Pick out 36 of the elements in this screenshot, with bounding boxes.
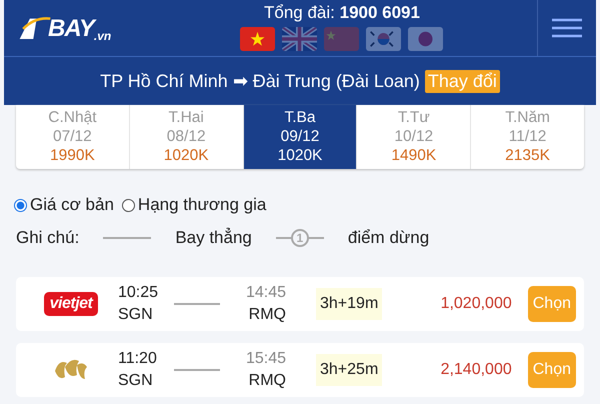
radio-button[interactable] (122, 198, 135, 212)
airport-code: SGN (118, 305, 154, 325)
airport-code: SGN (118, 371, 154, 391)
departure-time: 10:25 (118, 283, 160, 303)
legend-text: điểm dừng (348, 228, 430, 248)
duration-badge: 3h+25m (316, 354, 382, 386)
arrival-time: 15:45 (244, 349, 286, 369)
flag-icon[interactable] (240, 27, 274, 51)
arrival-time: 14:45 (244, 283, 286, 303)
date-tab[interactable]: T.Tư 10/12 1490K (357, 105, 472, 169)
duration-badge: 3h+19m (316, 288, 382, 320)
airport-code: RMQ (248, 305, 286, 325)
radio-label[interactable]: Hạng thương gia (138, 195, 266, 215)
stop-marker: 1 (276, 227, 324, 249)
hotline-text: Tổng đài: 1900 6091 (264, 3, 420, 23)
date-tab[interactable]: C.Nhật 07/12 1990K (16, 105, 130, 169)
airline-logo: vietjet (44, 292, 98, 316)
direct-line-icon (103, 237, 152, 239)
price-text: 1,020,000 (440, 295, 512, 313)
menu-icon[interactable] (552, 18, 582, 38)
change-button[interactable]: Thay đổi (424, 70, 500, 92)
price-text: 2,140,000 (440, 361, 512, 379)
route-text: TP Hồ Chí Minh ➡ Đài Trung (Đài Loan) (100, 70, 420, 92)
radio-label[interactable]: Giá cơ bản (30, 195, 114, 215)
departure-time: 11:20 (118, 349, 158, 369)
select-button[interactable]: Chọn (528, 286, 576, 322)
legend-text: Bay thẳng (175, 228, 252, 248)
legend-label: Ghi chú: (16, 228, 80, 248)
select-button[interactable]: Chọn (528, 352, 576, 388)
direct-line-icon (174, 303, 220, 305)
airport-code: RMQ (248, 371, 286, 391)
direct-line-icon (174, 369, 220, 371)
date-tab[interactable]: T.Ba 09/12 1020K (244, 105, 358, 169)
date-tab[interactable]: T.Năm 11/12 2135K (471, 105, 584, 169)
flag-icon[interactable] (366, 27, 400, 51)
radio-button[interactable] (14, 198, 27, 212)
